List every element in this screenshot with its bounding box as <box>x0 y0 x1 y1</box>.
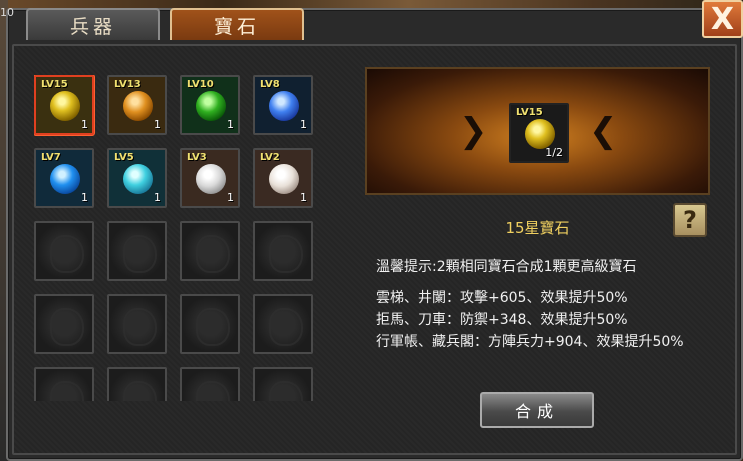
empty-gem-slot[interactable] <box>107 367 167 401</box>
gem-level: LV2 <box>260 152 280 163</box>
merge-preview: ❯ LV15 1/2 ❮ <box>365 67 710 195</box>
gem-level: LV10 <box>187 79 214 90</box>
gem-count: 1 <box>300 191 307 204</box>
yellow-gem-icon <box>50 91 80 121</box>
green-gem-icon <box>196 91 226 121</box>
gem-slot[interactable]: LV3 1 <box>180 148 240 208</box>
question-icon: ? <box>683 206 697 234</box>
gem-level: LV15 <box>41 79 68 90</box>
blue-gem-icon <box>269 91 299 121</box>
gem-level: LV5 <box>114 152 134 163</box>
gem-count: 1 <box>300 118 307 131</box>
gem-slot[interactable]: LV5 1 <box>107 148 167 208</box>
chevron-right-icon: ❯ <box>459 111 488 151</box>
gem-level: LV7 <box>41 152 61 163</box>
empty-gem-slot[interactable] <box>107 221 167 281</box>
gem-count: 1 <box>81 191 88 204</box>
gem-level: LV13 <box>114 79 141 90</box>
close-button[interactable]: X <box>702 0 743 38</box>
empty-gem-slot[interactable] <box>180 294 240 354</box>
gem-level: LV3 <box>187 152 207 163</box>
empty-gem-slot[interactable] <box>34 221 94 281</box>
gem-count: 1 <box>81 118 88 131</box>
empty-gem-slot[interactable] <box>253 294 313 354</box>
gem-slot[interactable]: LV7 1 <box>34 148 94 208</box>
cyan-gem-icon <box>123 164 153 194</box>
gem-count: 1 <box>154 191 161 204</box>
empty-gem-slot[interactable] <box>34 367 94 401</box>
empty-gem-slot[interactable] <box>107 294 167 354</box>
chevron-left-icon: ❮ <box>589 111 618 151</box>
gem-slot[interactable]: LV10 1 <box>180 75 240 135</box>
gem-count: 1 <box>227 191 234 204</box>
gem-slot[interactable]: LV13 1 <box>107 75 167 135</box>
gem-level: LV8 <box>260 79 280 90</box>
gem-grid: LV15 1 LV13 1 LV10 1 LV8 1 LV7 1 LV5 1 LV3 1 LV2 1 <box>34 75 314 401</box>
close-icon: X <box>710 1 735 37</box>
effects-list: 雲梯、井闌：攻擊+605、效果提升50% 拒馬、刀車：防禦+348、效果提升50… <box>376 287 684 353</box>
empty-gem-slot[interactable] <box>253 221 313 281</box>
white-gem-icon <box>196 164 226 194</box>
gem-count: 1 <box>227 118 234 131</box>
preview-gem-count: 1/2 <box>545 146 563 159</box>
blue-cube-gem-icon <box>50 164 80 194</box>
tip-text: 溫馨提示:2顆相同寶石合成1顆更高級寶石 <box>376 259 637 275</box>
empty-gem-slot[interactable] <box>180 221 240 281</box>
corner-number: 10 <box>0 6 14 19</box>
preview-gem-level: LV15 <box>516 107 543 118</box>
gem-count: 1 <box>154 118 161 131</box>
preview-gem-slot: LV15 1/2 <box>509 103 569 163</box>
help-button[interactable]: ? <box>673 203 707 237</box>
effect-line: 拒馬、刀車：防禦+348、效果提升50% <box>376 312 628 328</box>
effect-line: 雲梯、井闌：攻擊+605、效果提升50% <box>376 290 628 306</box>
gem-name: 15星寶石 <box>505 219 570 237</box>
tab-gems[interactable]: 寶石 <box>170 8 304 40</box>
gem-slot[interactable]: LV8 1 <box>253 75 313 135</box>
white-pearl-gem-icon <box>269 164 299 194</box>
yellow-gem-icon <box>525 119 555 149</box>
compose-button[interactable]: 合成 <box>480 392 594 428</box>
empty-gem-slot[interactable] <box>180 367 240 401</box>
empty-gem-slot[interactable] <box>34 294 94 354</box>
empty-gem-slot[interactable] <box>253 367 313 401</box>
gem-slot[interactable]: LV15 1 <box>34 75 94 135</box>
effect-line: 行軍帳、藏兵閣：方陣兵力+904、效果提升50% <box>376 334 684 350</box>
orange-gem-icon <box>123 91 153 121</box>
gem-slot[interactable]: LV2 1 <box>253 148 313 208</box>
tab-weapons[interactable]: 兵器 <box>26 8 160 40</box>
